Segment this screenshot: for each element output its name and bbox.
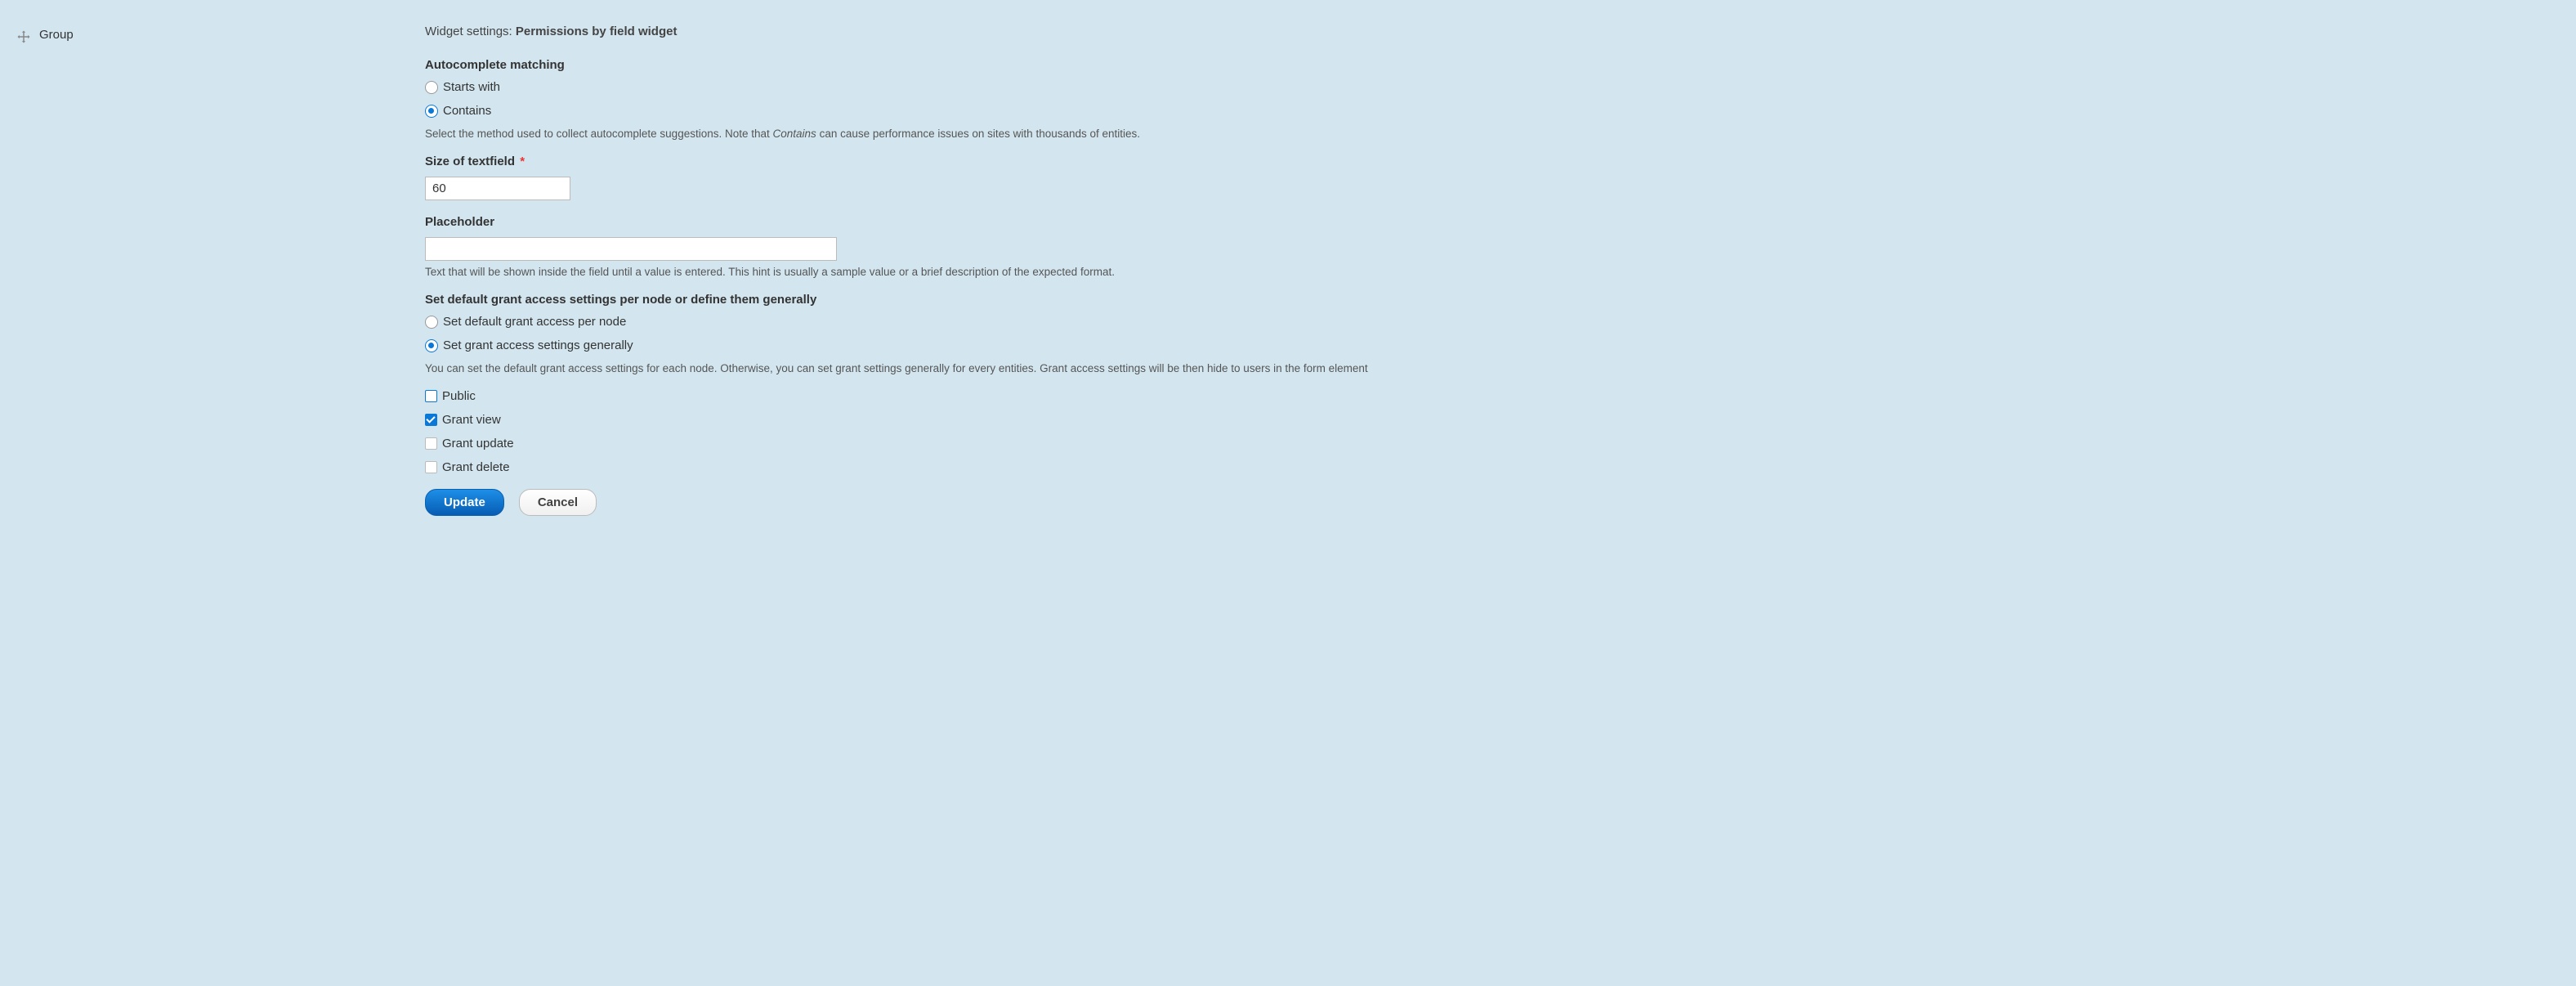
checkbox-option-grant-delete[interactable]: Grant delete: [425, 460, 2550, 474]
radio-label-per-node[interactable]: Set default grant access per node: [443, 315, 626, 329]
widget-settings-prefix: Widget settings:: [425, 25, 516, 38]
placeholder-input[interactable]: [425, 237, 837, 261]
settings-form: Group Widget settings: Permissions by fi…: [0, 0, 2576, 540]
form-actions: Update Cancel: [425, 489, 2550, 516]
placeholder-field: Placeholder Text that will be shown insi…: [425, 215, 2550, 278]
field-row-header: Group: [16, 25, 425, 516]
widget-settings-panel: Widget settings: Permissions by field wi…: [425, 25, 2550, 516]
checkbox-label-grant-view[interactable]: Grant view: [442, 413, 501, 427]
widget-settings-name: Permissions by field widget: [516, 25, 678, 38]
grant-mode-field: Set default grant access settings per no…: [425, 293, 2550, 374]
cancel-button[interactable]: Cancel: [519, 489, 597, 516]
radio-input-contains[interactable]: [425, 105, 438, 118]
autocomplete-matching-field: Autocomplete matching Starts with Contai…: [425, 58, 2550, 140]
radio-label-generally[interactable]: Set grant access settings generally: [443, 338, 633, 352]
radio-label-contains[interactable]: Contains: [443, 104, 491, 118]
checkbox-input-grant-update[interactable]: [425, 437, 437, 450]
size-label: Size of textfield *: [425, 155, 2550, 168]
checkbox-label-grant-update[interactable]: Grant update: [442, 437, 514, 450]
checkbox-option-public[interactable]: Public: [425, 389, 2550, 403]
placeholder-help-text: Text that will be shown inside the field…: [425, 266, 2550, 278]
checkbox-option-grant-view[interactable]: Grant view: [425, 413, 2550, 427]
checkbox-input-public[interactable]: [425, 390, 437, 402]
radio-option-starts-with[interactable]: Starts with: [425, 80, 2550, 94]
update-button[interactable]: Update: [425, 489, 504, 516]
autocomplete-help-before: Select the method used to collect autoco…: [425, 128, 773, 140]
radio-option-per-node[interactable]: Set default grant access per node: [425, 315, 2550, 329]
size-label-text: Size of textfield: [425, 155, 515, 168]
checkbox-option-grant-update[interactable]: Grant update: [425, 437, 2550, 450]
checkbox-input-grant-delete[interactable]: [425, 461, 437, 473]
radio-option-generally[interactable]: Set grant access settings generally: [425, 338, 2550, 352]
checkbox-input-grant-view[interactable]: [425, 414, 437, 426]
grant-mode-help-text: You can set the default grant access set…: [425, 362, 2550, 374]
grant-checkboxes: Public Grant view Grant update Grant del…: [425, 389, 2550, 474]
widget-settings-heading: Widget settings: Permissions by field wi…: [425, 25, 2550, 38]
autocomplete-help-em: Contains: [773, 128, 816, 140]
checkbox-label-public[interactable]: Public: [442, 389, 476, 403]
grant-mode-label: Set default grant access settings per no…: [425, 293, 2550, 307]
size-input[interactable]: [425, 177, 570, 200]
radio-input-per-node[interactable]: [425, 316, 438, 329]
radio-option-contains[interactable]: Contains: [425, 104, 2550, 118]
radio-label-starts-with[interactable]: Starts with: [443, 80, 500, 94]
autocomplete-matching-label: Autocomplete matching: [425, 58, 2550, 72]
placeholder-label: Placeholder: [425, 215, 2550, 229]
checkbox-label-grant-delete[interactable]: Grant delete: [442, 460, 510, 474]
autocomplete-help-text: Select the method used to collect autoco…: [425, 128, 2550, 140]
autocomplete-help-after: can cause performance issues on sites wi…: [816, 128, 1140, 140]
drag-handle-icon[interactable]: [16, 29, 31, 44]
field-name-label: Group: [39, 28, 74, 42]
size-of-textfield-field: Size of textfield *: [425, 155, 2550, 200]
radio-input-generally[interactable]: [425, 339, 438, 352]
radio-input-starts-with[interactable]: [425, 81, 438, 94]
required-indicator: *: [517, 155, 525, 168]
